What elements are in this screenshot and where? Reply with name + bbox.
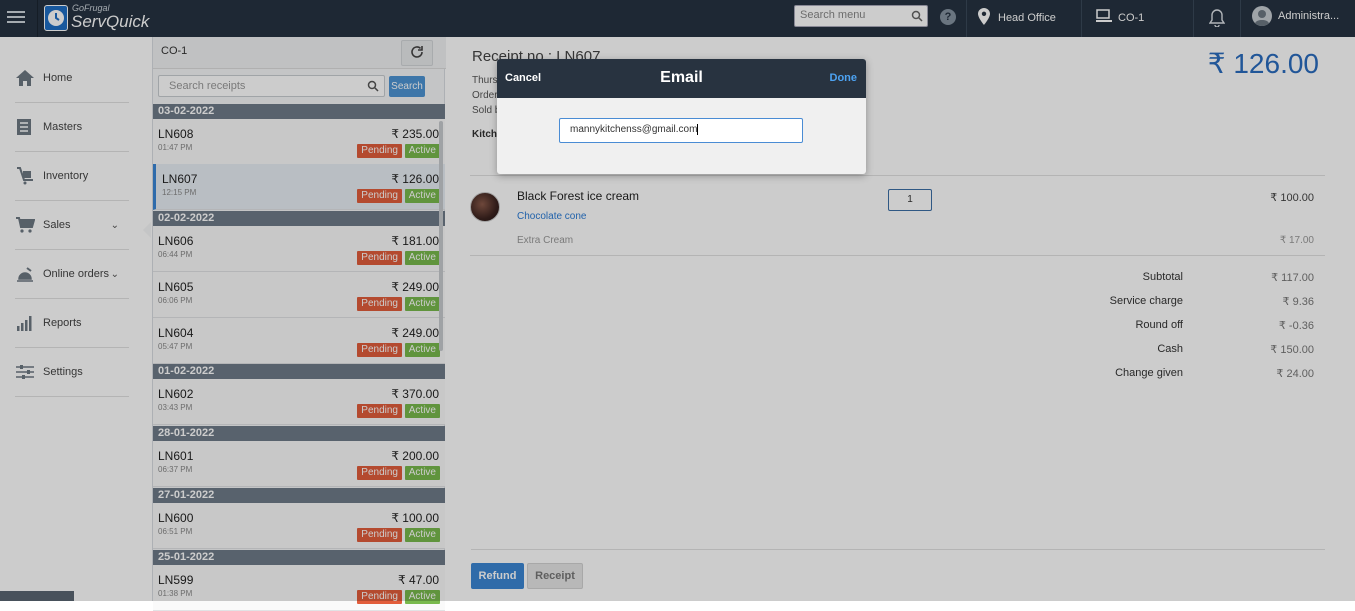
email-dialog-header: Cancel Email Done	[497, 59, 866, 98]
email-field[interactable]: mannykitchenss@gmail.com	[559, 118, 803, 143]
dialog-title: Email	[660, 69, 703, 86]
text-cursor	[697, 124, 699, 135]
done-button[interactable]: Done	[830, 72, 858, 84]
email-dialog: Cancel Email Done mannykitchenss@gmail.c…	[497, 59, 866, 174]
email-field-value: mannykitchenss@gmail.com	[570, 124, 698, 136]
